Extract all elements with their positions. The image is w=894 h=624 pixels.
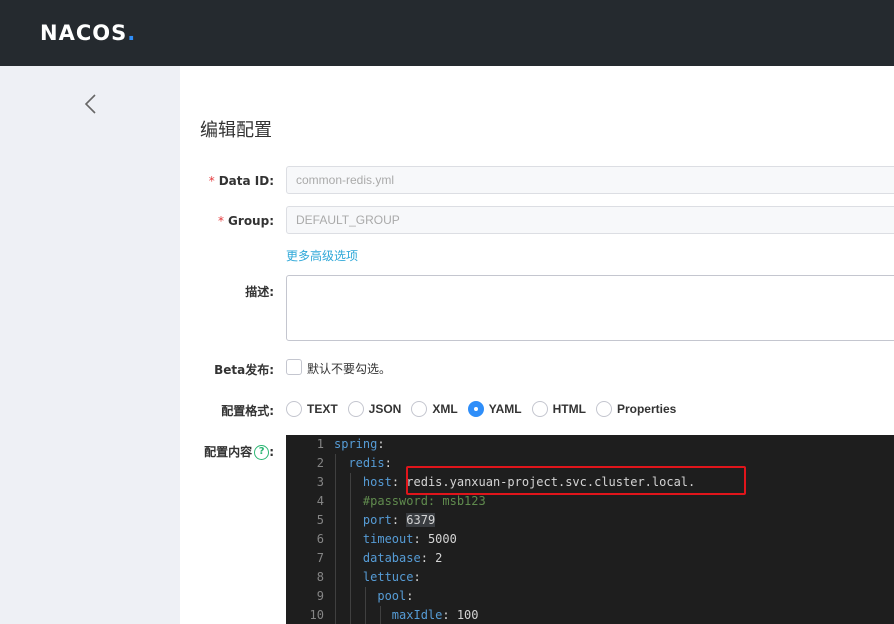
description-textarea[interactable]	[286, 275, 894, 341]
radio-circle	[347, 401, 364, 417]
advanced-options-link[interactable]: 更多高级选项	[286, 247, 358, 264]
format-radio-html[interactable]: HTML	[531, 401, 586, 417]
radio-circle-selected	[467, 401, 484, 417]
code-line: 1 spring:	[316, 437, 385, 451]
radio-circle	[531, 401, 548, 417]
format-radio-json[interactable]: JSON	[347, 401, 401, 417]
page-title: 编辑配置	[200, 120, 272, 141]
description-label: 描述:	[245, 285, 274, 299]
code-line: 8 lettuce:	[316, 570, 421, 584]
format-radio-xml[interactable]: XML	[411, 401, 458, 417]
format-radio-group: TEXT JSON XML YAML HTML Properties	[286, 399, 686, 419]
top-navbar: NACOS.	[0, 0, 894, 66]
beta-checkbox[interactable]	[286, 359, 302, 375]
beta-checkbox-text: 默认不要勾选。	[307, 362, 392, 376]
format-radio-text[interactable]: TEXT	[286, 401, 338, 417]
code-line: 7 database: 2	[316, 551, 443, 565]
code-line: 5 port: 6379	[316, 513, 436, 527]
highlight-box	[406, 466, 746, 495]
code-line: 9 pool:	[316, 589, 414, 603]
content-label: 配置内容?:	[204, 445, 274, 460]
format-label: 配置格式:	[221, 404, 274, 418]
help-icon[interactable]: ?	[254, 445, 270, 460]
radio-circle	[595, 401, 612, 417]
code-line: 6 timeout: 5000	[316, 532, 457, 546]
code-editor[interactable]: 1 spring: 2 redis: 3 host: redis.yanxuan-…	[286, 435, 894, 624]
data-id-label: * Data ID:	[208, 174, 274, 188]
format-radio-properties[interactable]: Properties	[595, 401, 676, 417]
code-line: 10 maxIdle: 100	[309, 608, 479, 622]
radio-circle	[286, 401, 302, 417]
format-radio-yaml[interactable]: YAML	[467, 401, 522, 417]
nacos-logo[interactable]: NACOS.	[40, 21, 136, 45]
group-input[interactable]: DEFAULT_GROUP	[286, 206, 894, 234]
radio-circle	[411, 401, 428, 417]
sidebar	[0, 66, 180, 624]
data-id-input[interactable]: common-redis.yml	[286, 166, 894, 194]
back-arrow-icon[interactable]	[80, 92, 100, 116]
beta-label: Beta发布:	[214, 363, 274, 377]
group-label: * Group:	[218, 214, 274, 228]
